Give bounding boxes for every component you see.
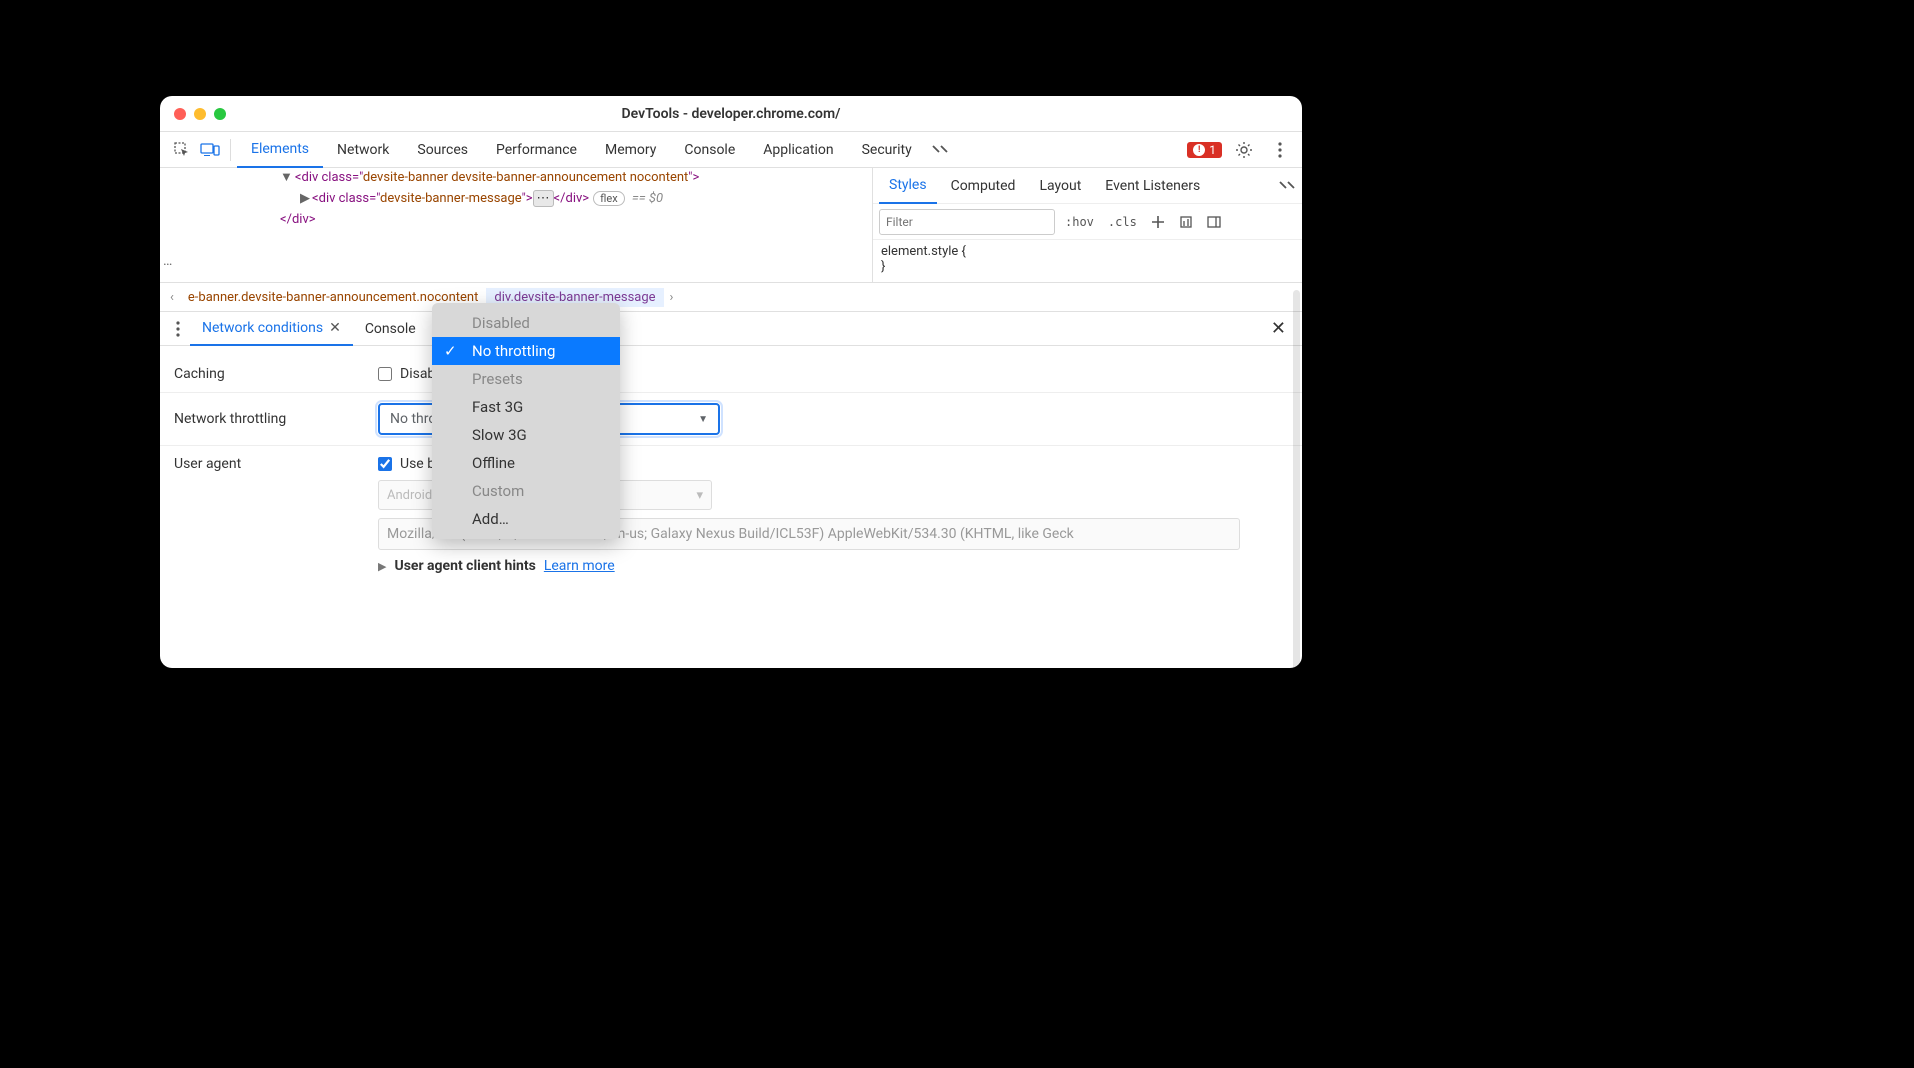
tab-network[interactable]: Network <box>323 132 403 168</box>
client-hints-label[interactable]: User agent client hints <box>394 558 535 574</box>
styles-rules[interactable]: element.style { } <box>873 240 1302 278</box>
main-content: … ▼<div class="devsite-banner devsite-ba… <box>160 168 1302 282</box>
network-conditions-panel: Caching Disable cache Network throttling… <box>160 346 1302 594</box>
dropdown-item-disabled-header: Disabled <box>432 309 620 337</box>
devtools-window: DevTools - developer.chrome.com/ Element… <box>160 96 1302 668</box>
vertical-scrollbar[interactable] <box>1293 290 1300 668</box>
window-close-button[interactable] <box>174 108 186 120</box>
main-tabbar: Elements Network Sources Performance Mem… <box>160 132 1302 168</box>
drawer-tabbar: Network conditions ✕ Console ✕ <box>160 312 1302 346</box>
styles-toolbar: :hov .cls <box>873 204 1302 240</box>
breadcrumb-scroll-left-icon[interactable]: ‹ <box>164 290 180 305</box>
device-toolbar-icon[interactable] <box>196 136 224 164</box>
collapsed-content-icon[interactable]: ⋯ <box>533 190 554 207</box>
dropdown-item-no-throttling[interactable]: No throttling <box>432 337 620 365</box>
breadcrumb-scroll-right-icon[interactable]: › <box>664 290 680 305</box>
window-title: DevTools - developer.chrome.com/ <box>160 106 1302 122</box>
selected-node-indicator: == $0 <box>632 191 663 206</box>
sidebar-more-tabs-icon[interactable] <box>1278 180 1296 192</box>
drawer-menu-icon[interactable] <box>166 317 190 341</box>
hov-toggle[interactable]: :hov <box>1061 215 1098 229</box>
window-minimize-button[interactable] <box>194 108 206 120</box>
tab-console[interactable]: Console <box>670 132 749 168</box>
error-count-badge[interactable]: 1 <box>1187 142 1222 158</box>
more-tabs-icon[interactable] <box>926 136 954 164</box>
dropdown-item-custom-header: Custom <box>432 477 620 505</box>
titlebar: DevTools - developer.chrome.com/ <box>160 96 1302 132</box>
throttling-label: Network throttling <box>174 411 378 427</box>
dom-breadcrumb: ‹ e-banner.devsite-banner-announcement.n… <box>160 282 1302 312</box>
caching-label: Caching <box>174 366 378 382</box>
sidebar-tab-layout[interactable]: Layout <box>1029 168 1091 204</box>
dropdown-item-add[interactable]: Add… <box>432 505 620 533</box>
sidebar-tab-computed[interactable]: Computed <box>941 168 1026 204</box>
window-zoom-button[interactable] <box>214 108 226 120</box>
chevron-down-icon: ▼ <box>698 414 708 425</box>
drawer-tab-network-conditions[interactable]: Network conditions ✕ <box>190 312 353 346</box>
tab-application[interactable]: Application <box>749 132 847 168</box>
drawer-close-icon[interactable]: ✕ <box>1261 318 1296 339</box>
kebab-menu-icon[interactable] <box>1266 136 1294 164</box>
throttling-dropdown: Disabled No throttling Presets Fast 3G S… <box>432 303 620 539</box>
styles-sidebar: Styles Computed Layout Event Listeners :… <box>872 168 1302 282</box>
tab-performance[interactable]: Performance <box>482 132 591 168</box>
inspect-element-icon[interactable] <box>168 136 196 164</box>
learn-more-link[interactable]: Learn more <box>544 558 615 574</box>
sidebar-tab-styles[interactable]: Styles <box>879 168 937 204</box>
computed-styles-icon[interactable] <box>1175 215 1197 229</box>
tab-security[interactable]: Security <box>848 132 926 168</box>
ellipsis-icon: … <box>163 250 173 272</box>
chevron-down-icon: ▾ <box>696 488 703 503</box>
flex-badge[interactable]: flex <box>593 191 625 206</box>
dropdown-item-fast-3g[interactable]: Fast 3G <box>432 393 620 421</box>
cls-toggle[interactable]: .cls <box>1104 215 1141 229</box>
styles-filter-input[interactable] <box>879 209 1055 235</box>
dropdown-item-presets-header: Presets <box>432 365 620 393</box>
tab-sources[interactable]: Sources <box>403 132 482 168</box>
traffic-lights <box>174 108 226 120</box>
dropdown-item-offline[interactable]: Offline <box>432 449 620 477</box>
toggle-sidebar-icon[interactable] <box>1203 215 1225 229</box>
settings-gear-icon[interactable] <box>1230 136 1258 164</box>
tab-elements[interactable]: Elements <box>237 132 323 168</box>
new-style-rule-icon[interactable] <box>1147 215 1169 229</box>
tab-memory[interactable]: Memory <box>591 132 670 168</box>
sidebar-tab-event-listeners[interactable]: Event Listeners <box>1095 168 1210 204</box>
expand-arrow-icon[interactable]: ▶ <box>378 560 386 573</box>
elements-dom-tree[interactable]: … ▼<div class="devsite-banner devsite-ba… <box>160 168 872 282</box>
close-tab-icon[interactable]: ✕ <box>329 320 341 336</box>
drawer-tab-console[interactable]: Console <box>353 312 428 346</box>
dom-tag: <div class=" <box>295 170 363 185</box>
dropdown-item-slow-3g[interactable]: Slow 3G <box>432 421 620 449</box>
user-agent-label: User agent <box>174 456 378 472</box>
sidebar-tabs: Styles Computed Layout Event Listeners <box>873 168 1302 204</box>
